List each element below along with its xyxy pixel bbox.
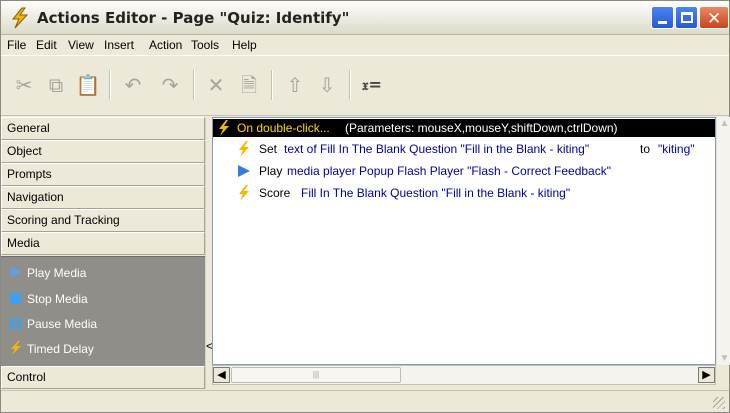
variables-icon[interactable]: 𝔵= xyxy=(357,70,387,100)
move-up-icon[interactable]: ⇧ xyxy=(280,70,310,100)
category-control[interactable]: Control xyxy=(1,366,205,389)
event-params: (Parameters: mouseX,mouseY,shiftDown,ctr… xyxy=(345,121,618,135)
lightning-icon xyxy=(11,7,29,29)
lightning-icon xyxy=(239,185,249,201)
toolbar-separator xyxy=(109,70,111,100)
menu-action[interactable]: Action xyxy=(149,38,182,52)
category-scoring-and-tracking[interactable]: Scoring and Tracking xyxy=(1,209,205,232)
undo-icon[interactable]: ↶ xyxy=(118,70,148,100)
minimize-icon xyxy=(658,21,667,24)
media-action-label: Timed Delay xyxy=(27,342,94,356)
delete-icon[interactable]: ✕ xyxy=(201,70,231,100)
actions-editor-window: Actions Editor - Page "Quiz: Identify" ✕… xyxy=(0,0,730,413)
properties-icon[interactable]: 🗎 xyxy=(234,70,264,100)
paste-icon[interactable]: 📋 xyxy=(73,70,103,100)
toolbar-separator xyxy=(349,70,351,100)
play-icon xyxy=(238,165,250,177)
menu-tools[interactable]: Tools xyxy=(191,38,219,52)
scroll-right-icon[interactable]: ▶ xyxy=(698,367,715,383)
lightning-icon xyxy=(219,120,229,136)
category-navigation[interactable]: Navigation xyxy=(1,186,205,209)
scroll-down-icon[interactable]: ▼ xyxy=(718,352,730,365)
lightning-icon xyxy=(11,341,21,355)
category-general[interactable]: General xyxy=(1,117,205,140)
scroll-left-icon[interactable]: ◀ xyxy=(213,367,230,383)
play-icon xyxy=(11,267,21,277)
toolbar: ✂ ⧉ 📋 ↶ ↷ ✕ 🗎 ⇧ ⇩ 𝔵= xyxy=(1,58,729,116)
toolbar-separator xyxy=(193,70,195,100)
minimize-button[interactable] xyxy=(651,6,674,29)
title-bar[interactable]: Actions Editor - Page "Quiz: Identify" ✕ xyxy=(1,1,729,35)
scrollbar-thumb[interactable]: ||| xyxy=(231,367,401,383)
category-media[interactable]: Media xyxy=(1,232,205,255)
close-button[interactable]: ✕ xyxy=(699,6,729,29)
action-verb: Score xyxy=(259,186,291,200)
category-prompts[interactable]: Prompts xyxy=(1,163,205,186)
action-list: On double-click... (Parameters: mouseX,m… xyxy=(212,117,716,365)
menu-file[interactable]: File xyxy=(7,38,26,52)
event-row-double-click[interactable]: On double-click... (Parameters: mouseX,m… xyxy=(213,119,715,137)
pause-icon xyxy=(10,318,21,329)
action-connector: to xyxy=(640,142,651,156)
action-object: Fill In The Blank Question "Fill in the … xyxy=(301,186,571,200)
redo-icon[interactable]: ↷ xyxy=(155,70,185,100)
scroll-up-icon[interactable]: ▲ xyxy=(718,117,730,130)
event-trigger: On double-click... xyxy=(237,121,330,135)
status-bar xyxy=(1,390,729,412)
action-verb: Play xyxy=(259,164,283,178)
media-action-label: Stop Media xyxy=(27,292,88,306)
media-action-play[interactable]: Play Media xyxy=(9,263,86,283)
action-verb: Set xyxy=(259,142,278,156)
menu-help[interactable]: Help xyxy=(232,38,257,52)
copy-icon[interactable]: ⧉ xyxy=(41,70,71,100)
media-action-pause[interactable]: Pause Media xyxy=(9,314,97,334)
close-icon: ✕ xyxy=(707,9,722,29)
action-object: text of Fill In The Blank Question "Fill… xyxy=(284,142,590,156)
horizontal-scrollbar[interactable]: ◀ ||| ▶ xyxy=(212,365,716,385)
stop-icon xyxy=(10,293,21,304)
menu-bar: File Edit View Insert Action Tools Help xyxy=(1,35,729,56)
media-actions-list: Play Media Stop Media Pause Media Timed … xyxy=(1,256,205,366)
lightning-icon xyxy=(239,141,249,157)
menu-view[interactable]: View xyxy=(68,38,94,52)
action-value: "kiting" xyxy=(658,142,695,156)
window-title: Actions Editor - Page "Quiz: Identify" xyxy=(37,9,350,27)
action-object: media player Popup Flash Player "Flash -… xyxy=(287,164,611,178)
menu-edit[interactable]: Edit xyxy=(36,38,57,52)
toolbar-separator xyxy=(271,70,273,100)
category-object[interactable]: Object xyxy=(1,140,205,163)
cut-icon[interactable]: ✂ xyxy=(9,70,39,100)
media-action-label: Pause Media xyxy=(27,317,98,331)
maximize-button[interactable] xyxy=(675,6,698,29)
vertical-scrollbar[interactable]: ▲ ▼ xyxy=(716,117,730,365)
menu-insert[interactable]: Insert xyxy=(104,38,134,52)
media-action-timed-delay[interactable]: Timed Delay xyxy=(9,339,94,359)
resize-grip-icon[interactable] xyxy=(713,397,725,409)
maximize-icon xyxy=(681,12,693,23)
media-action-label: Play Media xyxy=(27,266,87,280)
move-down-icon[interactable]: ⇩ xyxy=(312,70,342,100)
action-categories-panel: General Object Prompts Navigation Scorin… xyxy=(1,117,205,389)
media-action-stop[interactable]: Stop Media xyxy=(9,289,88,309)
panel-splitter[interactable]: < xyxy=(205,117,213,389)
